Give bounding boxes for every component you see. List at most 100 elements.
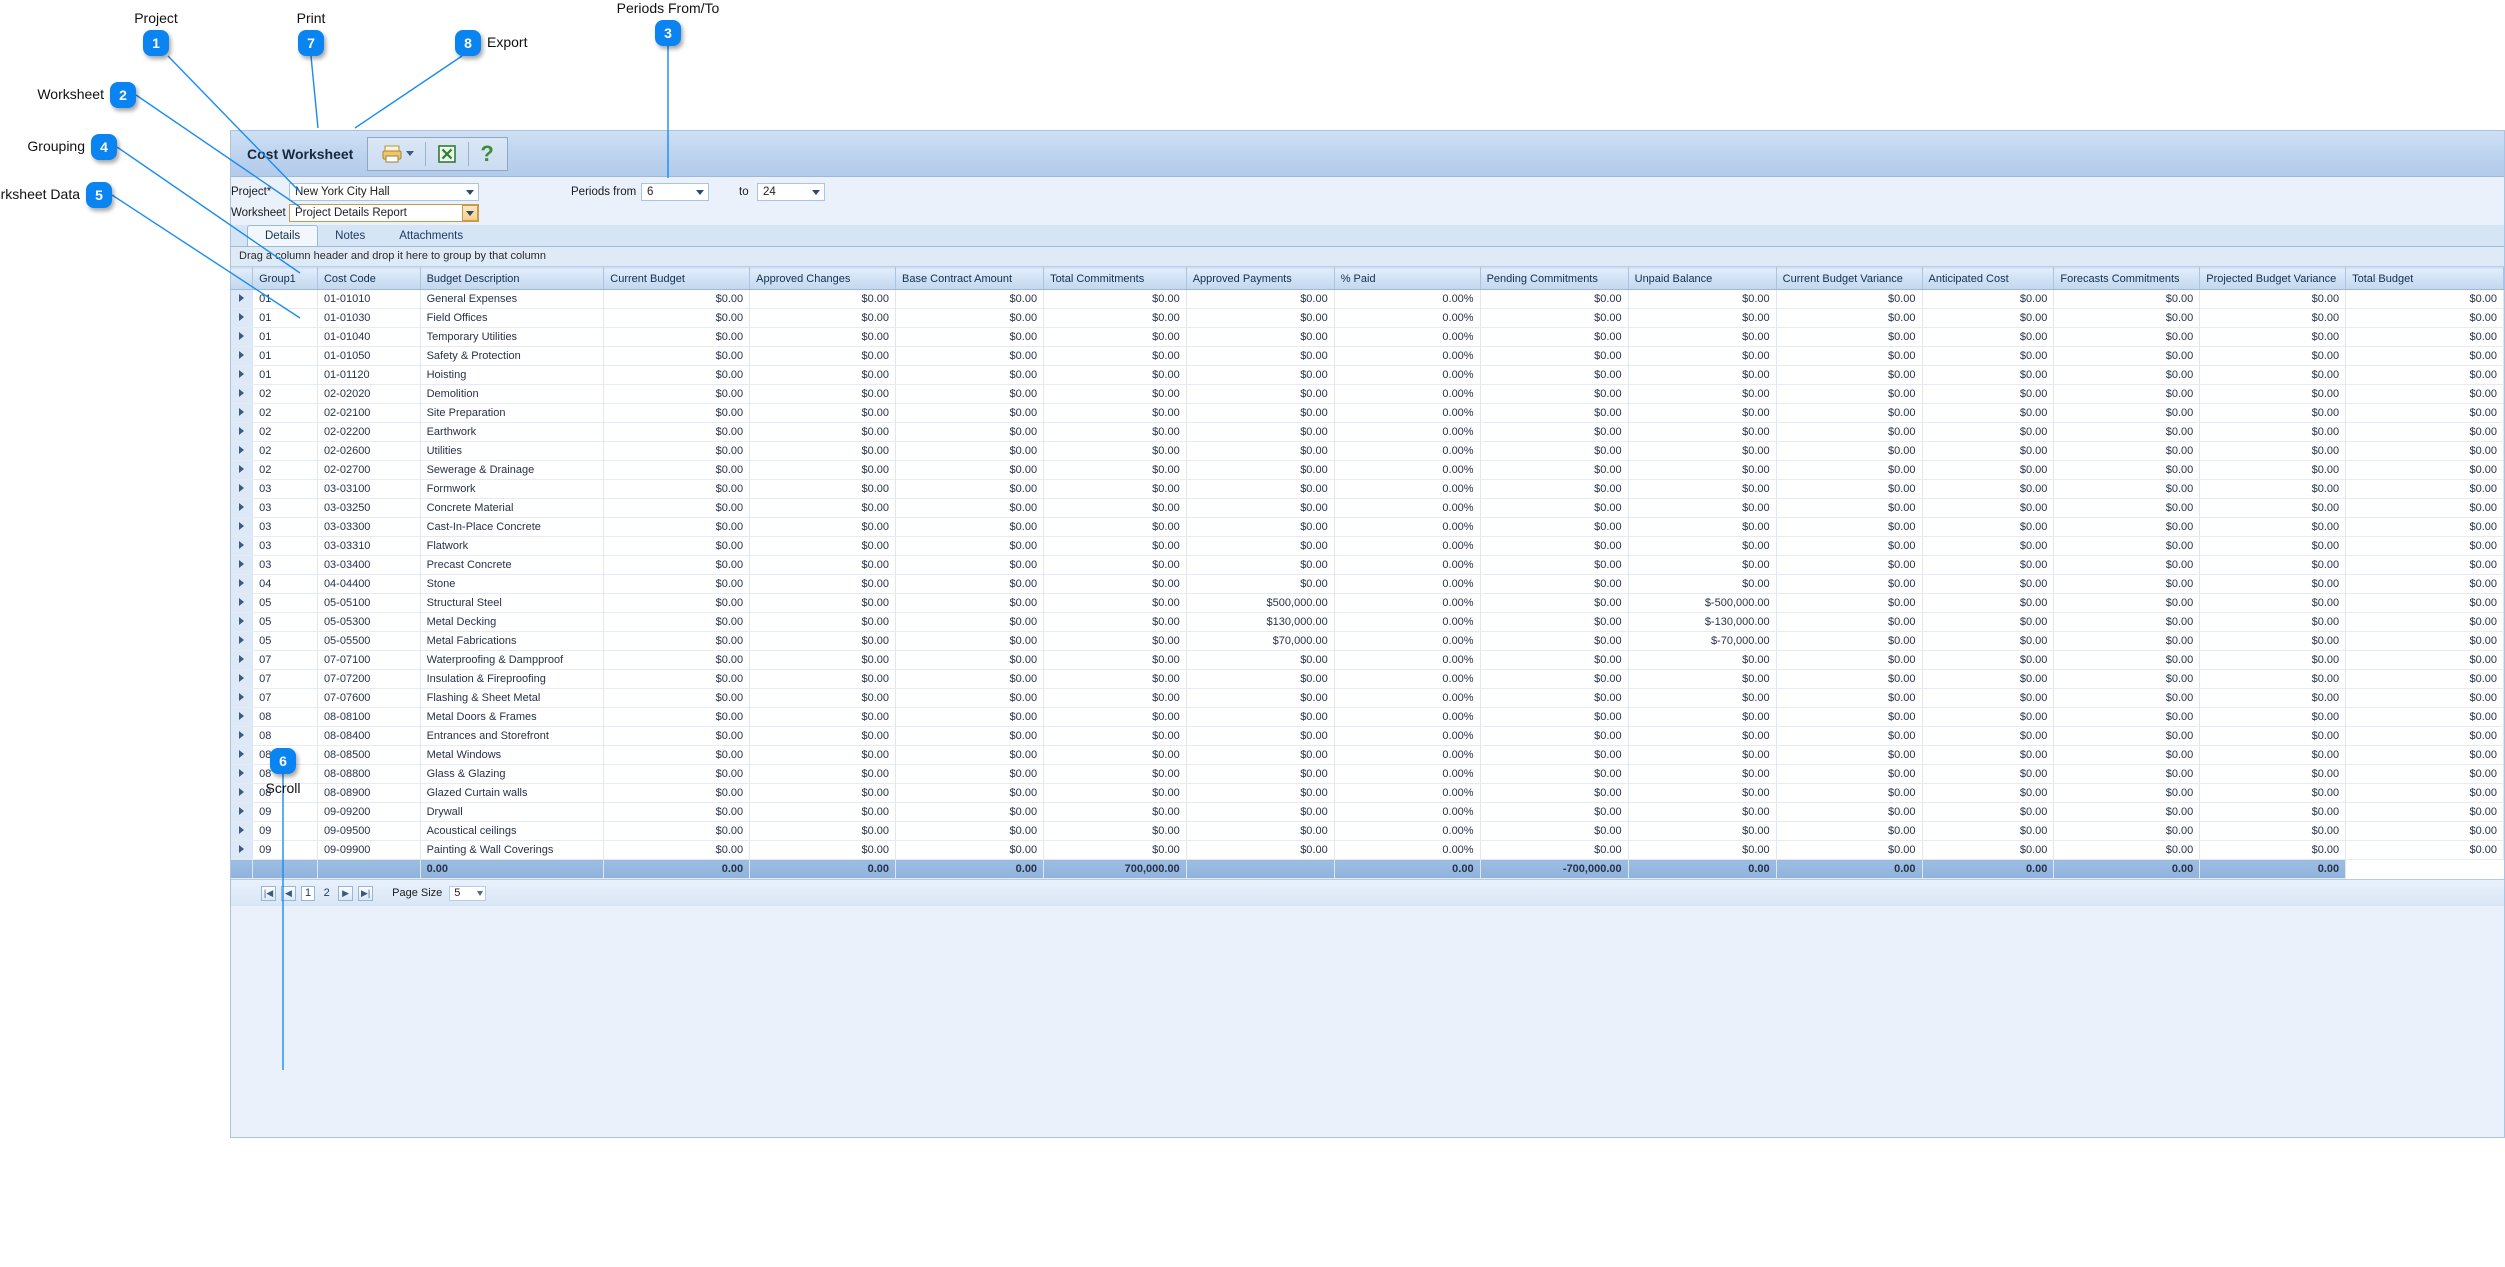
table-row[interactable]: 05 05-05100 Structural Steel $0.00 $0.00 $0.0… — [231, 593, 2504, 613]
table-row[interactable]: 09 09-09500 Acoustical ceilings $0.00 $0.00 $… — [231, 821, 2504, 841]
table-row[interactable]: 04 04-04400 Stone $0.00 $0.00 $0.00 $0.00 $0.00… — [231, 574, 2504, 594]
row-expander-icon[interactable] — [231, 346, 254, 366]
row-expander-icon[interactable] — [231, 536, 254, 556]
row-expander-icon[interactable] — [231, 669, 254, 689]
first-page-button[interactable]: |◀ — [261, 885, 276, 901]
row-expander-icon[interactable] — [231, 802, 254, 822]
table-row[interactable]: 02 02-02600 Utilities $0.00 $0.00 $0.00 $0.00 $… — [231, 441, 2504, 461]
table-row[interactable]: 07 07-07200 Insulation & Fireproofing $0.00… — [231, 669, 2504, 689]
page-size-select[interactable]: 5 — [449, 885, 487, 901]
row-expander-icon[interactable] — [231, 574, 254, 594]
row-expander-icon[interactable] — [231, 403, 254, 423]
page-number-2[interactable]: 2 — [320, 886, 333, 901]
table-row[interactable]: 07 07-07100 Waterproofing & Dampproof $0.00… — [231, 650, 2504, 670]
table-row[interactable]: 08 08-08900 Glazed Curtain walls $0.00 $0.00… — [231, 783, 2504, 803]
row-expander-icon[interactable] — [231, 422, 254, 442]
column-header-budget_description[interactable]: Budget Description — [420, 267, 605, 290]
row-expander-icon[interactable] — [231, 384, 254, 404]
row-expander-icon[interactable] — [231, 745, 254, 765]
row-expander-icon[interactable] — [231, 631, 254, 651]
table-row[interactable]: 08 08-08400 Entrances and Storefront $0.00 $… — [231, 726, 2504, 746]
row-expander-icon[interactable] — [231, 479, 254, 499]
table-row[interactable]: 08 08-08100 Metal Doors & Frames $0.00 $0.00… — [231, 707, 2504, 727]
help-button[interactable]: ? — [475, 139, 498, 169]
table-row[interactable]: 01 01-01030 Field Offices $0.00 $0.00 $0.00 $0… — [231, 308, 2504, 328]
row-expander-icon[interactable] — [231, 821, 254, 841]
row-expander-icon[interactable] — [231, 840, 254, 860]
column-header-group1[interactable]: Group1 — [252, 267, 318, 290]
table-row[interactable]: 03 03-03250 Concrete Material $0.00 $0.00 $0.… — [231, 498, 2504, 518]
column-header-pending_commitments[interactable]: Pending Commitments — [1480, 267, 1629, 290]
row-expander-icon[interactable] — [231, 441, 254, 461]
row-expander-icon[interactable] — [231, 517, 254, 537]
table-row[interactable]: 02 02-02700 Sewerage & Drainage $0.00 $0.00 $… — [231, 460, 2504, 480]
row-expander-icon[interactable] — [231, 783, 254, 803]
row-expander-icon[interactable] — [231, 688, 254, 708]
row-expander-icon[interactable] — [231, 764, 254, 784]
tab-details[interactable]: Details — [247, 225, 319, 246]
table-row[interactable]: 01 01-01050 Safety & Protection $0.00 $0.00 $… — [231, 346, 2504, 366]
column-header-approved_payments[interactable]: Approved Payments — [1186, 267, 1335, 290]
column-header-current_budget[interactable]: Current Budget — [603, 267, 751, 290]
tab-attachments[interactable]: Attachments — [382, 226, 480, 246]
export-to-excel-button[interactable] — [432, 139, 462, 169]
row-expander-icon[interactable] — [231, 289, 254, 309]
print-button[interactable] — [376, 139, 419, 169]
row-expander-icon[interactable] — [231, 650, 254, 670]
chevron-down-icon[interactable] — [462, 205, 478, 221]
table-row[interactable]: 08 08-08500 Metal Windows $0.00 $0.00 $0.00 $0… — [231, 745, 2504, 765]
chevron-down-icon[interactable] — [808, 184, 824, 200]
table-row[interactable]: 01 01-01040 Temporary Utilities $0.00 $0.00 $… — [231, 327, 2504, 347]
row-expander-icon[interactable] — [231, 365, 254, 385]
column-header-forecasts_commitments[interactable]: Forecasts Commitments — [2053, 267, 2201, 290]
tab-notes[interactable]: Notes — [318, 226, 382, 246]
column-header-pct_paid[interactable]: % Paid — [1334, 267, 1481, 290]
table-row[interactable]: 09 09-09900 Painting & Wall Coverings $0.00… — [231, 840, 2504, 860]
column-header-total_budget[interactable]: Total Budget — [2345, 267, 2504, 290]
column-header-projected_budget_variance[interactable]: Projected Budget Variance — [2199, 267, 2347, 290]
table-row[interactable]: 03 03-03310 Flatwork $0.00 $0.00 $0.00 $0.00 $0… — [231, 536, 2504, 556]
table-row[interactable]: 03 03-03100 Formwork $0.00 $0.00 $0.00 $0.00 $0… — [231, 479, 2504, 499]
column-header-total_commitments[interactable]: Total Commitments — [1043, 267, 1187, 290]
table-row[interactable]: 03 03-03300 Cast-In-Place Concrete $0.00 $0.… — [231, 517, 2504, 537]
column-header-cost_code[interactable]: Cost Code — [317, 267, 421, 290]
column-header-unpaid_balance[interactable]: Unpaid Balance — [1628, 267, 1777, 290]
table-row[interactable]: 03 03-03400 Precast Concrete $0.00 $0.00 $0.0… — [231, 555, 2504, 575]
table-row[interactable]: 02 02-02020 Demolition $0.00 $0.00 $0.00 $0.00… — [231, 384, 2504, 404]
row-expander-icon[interactable] — [231, 555, 254, 575]
next-page-button[interactable]: ▶ — [338, 885, 354, 901]
table-row[interactable]: 05 05-05500 Metal Fabrications $0.00 $0.00 $0… — [231, 631, 2504, 651]
chevron-down-icon[interactable] — [477, 890, 484, 896]
column-header-approved_changes[interactable]: Approved Changes — [749, 267, 897, 290]
row-expander-icon[interactable] — [231, 308, 254, 328]
column-header-base_contract_amount[interactable]: Base Contract Amount — [895, 267, 1045, 290]
worksheet-select[interactable]: Project Details Report — [289, 204, 479, 222]
table-row[interactable]: 01 01-01120 Hoisting $0.00 $0.00 $0.00 $0.00 $0… — [231, 365, 2504, 385]
prev-page-button[interactable]: ◀ — [281, 885, 296, 901]
row-expander-icon[interactable] — [231, 707, 254, 727]
chevron-down-icon[interactable] — [462, 184, 478, 200]
group-drop-area[interactable]: Drag a column header and drop it here to… — [231, 247, 2504, 267]
row-expander-icon[interactable] — [231, 593, 254, 613]
chevron-down-icon[interactable] — [692, 184, 708, 200]
page-number-1[interactable]: 1 — [301, 885, 316, 901]
row-expander-icon[interactable] — [231, 460, 254, 480]
column-header-expander[interactable] — [231, 267, 254, 290]
row-expander-icon[interactable] — [231, 726, 254, 746]
column-header-anticipated_cost[interactable]: Anticipated Cost — [1922, 267, 2055, 290]
row-expander-icon[interactable] — [231, 612, 254, 632]
table-row[interactable]: 02 02-02100 Site Preparation $0.00 $0.00 $0.0… — [231, 403, 2504, 423]
periods-to-select[interactable]: 24 — [757, 183, 825, 201]
table-row[interactable]: 08 08-08800 Glass & Glazing $0.00 $0.00 $0.00… — [231, 764, 2504, 784]
table-row[interactable]: 05 05-05300 Metal Decking $0.00 $0.00 $0.00 $0… — [231, 612, 2504, 632]
table-row[interactable]: 07 07-07600 Flashing & Sheet Metal $0.00 $0.… — [231, 688, 2504, 708]
last-page-button[interactable]: ▶| — [358, 885, 374, 901]
project-select[interactable]: New York City Hall — [289, 183, 479, 201]
table-row[interactable]: 09 09-09200 Drywall $0.00 $0.00 $0.00 $0.00 $0.… — [231, 802, 2504, 822]
row-expander-icon[interactable] — [231, 498, 254, 518]
row-expander-icon[interactable] — [231, 327, 254, 347]
table-row[interactable]: 02 02-02200 Earthwork $0.00 $0.00 $0.00 $0.00 $… — [231, 422, 2504, 442]
column-header-current_budget_variance[interactable]: Current Budget Variance — [1776, 267, 1923, 290]
table-row[interactable]: 01 01-01010 General Expenses $0.00 $0.00 $0.0… — [231, 289, 2504, 309]
periods-from-select[interactable]: 6 — [641, 183, 709, 201]
